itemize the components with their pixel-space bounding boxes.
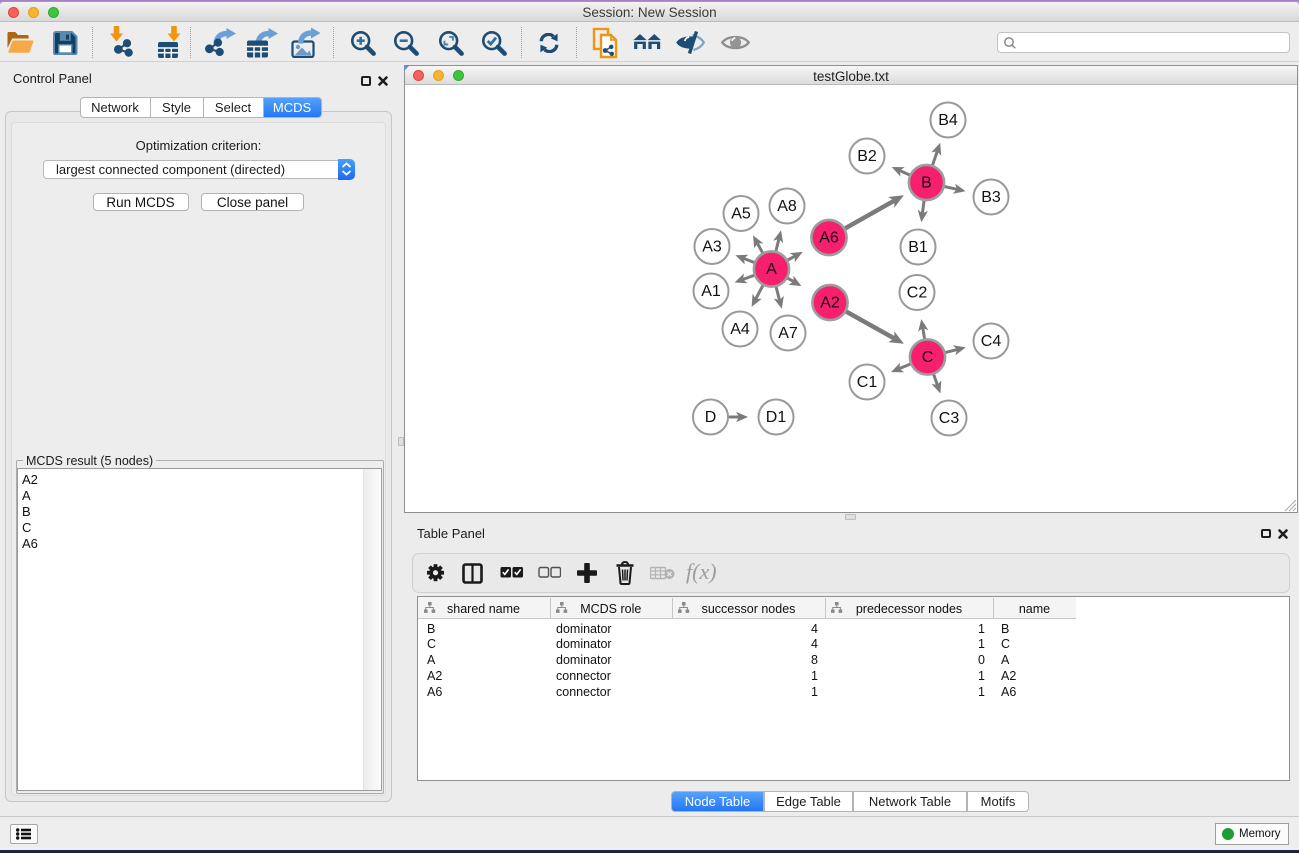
svg-text:A2: A2 [820, 295, 840, 312]
svg-text:C3: C3 [939, 410, 960, 427]
svg-text:C1: C1 [857, 374, 878, 391]
svg-text:C: C [922, 349, 934, 366]
svg-text:A3: A3 [702, 239, 722, 256]
svg-text:B: B [921, 175, 932, 192]
svg-text:B1: B1 [908, 239, 928, 256]
svg-text:D1: D1 [766, 409, 787, 426]
svg-text:A4: A4 [730, 321, 750, 338]
svg-text:D: D [705, 409, 717, 426]
svg-text:A1: A1 [701, 283, 721, 300]
svg-text:A7: A7 [778, 325, 798, 342]
svg-text:B2: B2 [857, 148, 877, 165]
svg-text:C2: C2 [907, 285, 928, 302]
svg-text:A5: A5 [731, 206, 751, 223]
svg-text:A6: A6 [819, 230, 839, 247]
svg-text:A8: A8 [777, 198, 797, 215]
svg-text:B4: B4 [938, 112, 958, 129]
svg-text:A: A [766, 261, 777, 278]
svg-text:B3: B3 [981, 189, 1001, 206]
svg-text:C4: C4 [981, 333, 1002, 350]
